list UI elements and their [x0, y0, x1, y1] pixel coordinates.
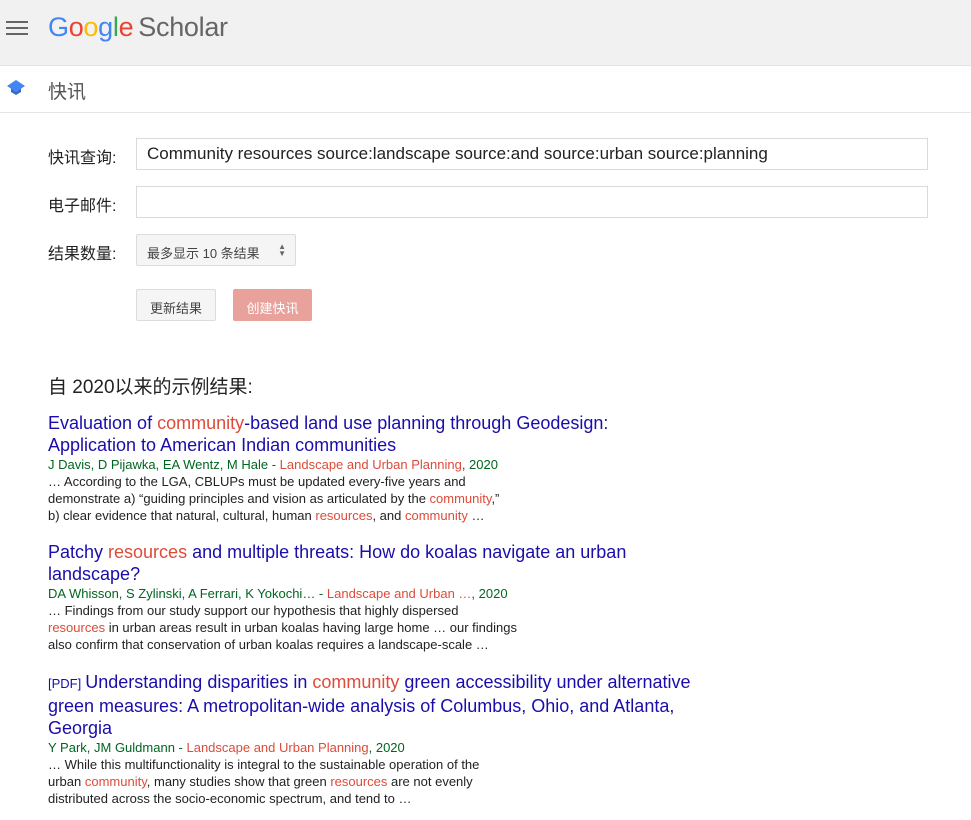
result-source: Landscape and Urban Planning — [186, 740, 369, 755]
result-item: Evaluation of community-based land use p… — [48, 412, 698, 524]
result-source: Landscape and Urban … — [326, 586, 472, 601]
menu-icon[interactable] — [6, 21, 28, 37]
result-meta: DA Whisson, S Zylinski, A Ferrari, K Yok… — [48, 586, 508, 601]
count-label: 结果数量: — [48, 246, 117, 263]
result-item: Patchy resources and multiple threats: H… — [48, 541, 698, 653]
top-bar: Google Scholar — [0, 0, 971, 66]
result-count-select[interactable]: 最多显示 10 条结果 ▲ ▼ — [136, 234, 296, 266]
result-source: Landscape and Urban Planning — [279, 457, 462, 472]
select-arrows-icon: ▲ ▼ — [278, 242, 286, 258]
update-results-button[interactable]: 更新结果 — [136, 289, 216, 321]
google-scholar-logo[interactable]: Google Scholar — [48, 12, 228, 43]
graduation-cap-icon — [7, 80, 25, 95]
email-input[interactable] — [136, 186, 928, 218]
result-meta: Y Park, JM Guldmann - Landscape and Urba… — [48, 740, 405, 755]
result-snippet: … While this multifunctionality is integ… — [48, 757, 480, 806]
create-alert-button[interactable]: 创建快讯 — [233, 289, 312, 321]
result-snippet: … According to the LGA, CBLUPs must be u… — [48, 474, 500, 523]
result-count-value: 最多显示 10 条结果 — [147, 246, 260, 261]
result-title-link[interactable]: Patchy resources and multiple threats: H… — [48, 541, 698, 585]
result-title-link[interactable]: Evaluation of community-based land use p… — [48, 412, 698, 456]
result-item: [PDF] Understanding disparities in commun… — [48, 671, 698, 807]
email-label: 电子邮件: — [48, 198, 117, 215]
sub-header: 快讯 — [0, 66, 971, 113]
sample-results-heading: 自 2020以来的示例结果: — [48, 377, 253, 398]
result-title-link[interactable]: [PDF] Understanding disparities in commun… — [48, 671, 698, 739]
result-snippet: … Findings from our study support our hy… — [48, 603, 517, 652]
pdf-tag: [PDF] — [48, 676, 82, 691]
result-meta: J Davis, D Pijawka, EA Wentz, M Hale - L… — [48, 457, 498, 472]
query-label: 快讯查询: — [48, 150, 117, 167]
alert-query-input[interactable] — [136, 138, 928, 170]
page-title: 快讯 — [48, 82, 87, 103]
